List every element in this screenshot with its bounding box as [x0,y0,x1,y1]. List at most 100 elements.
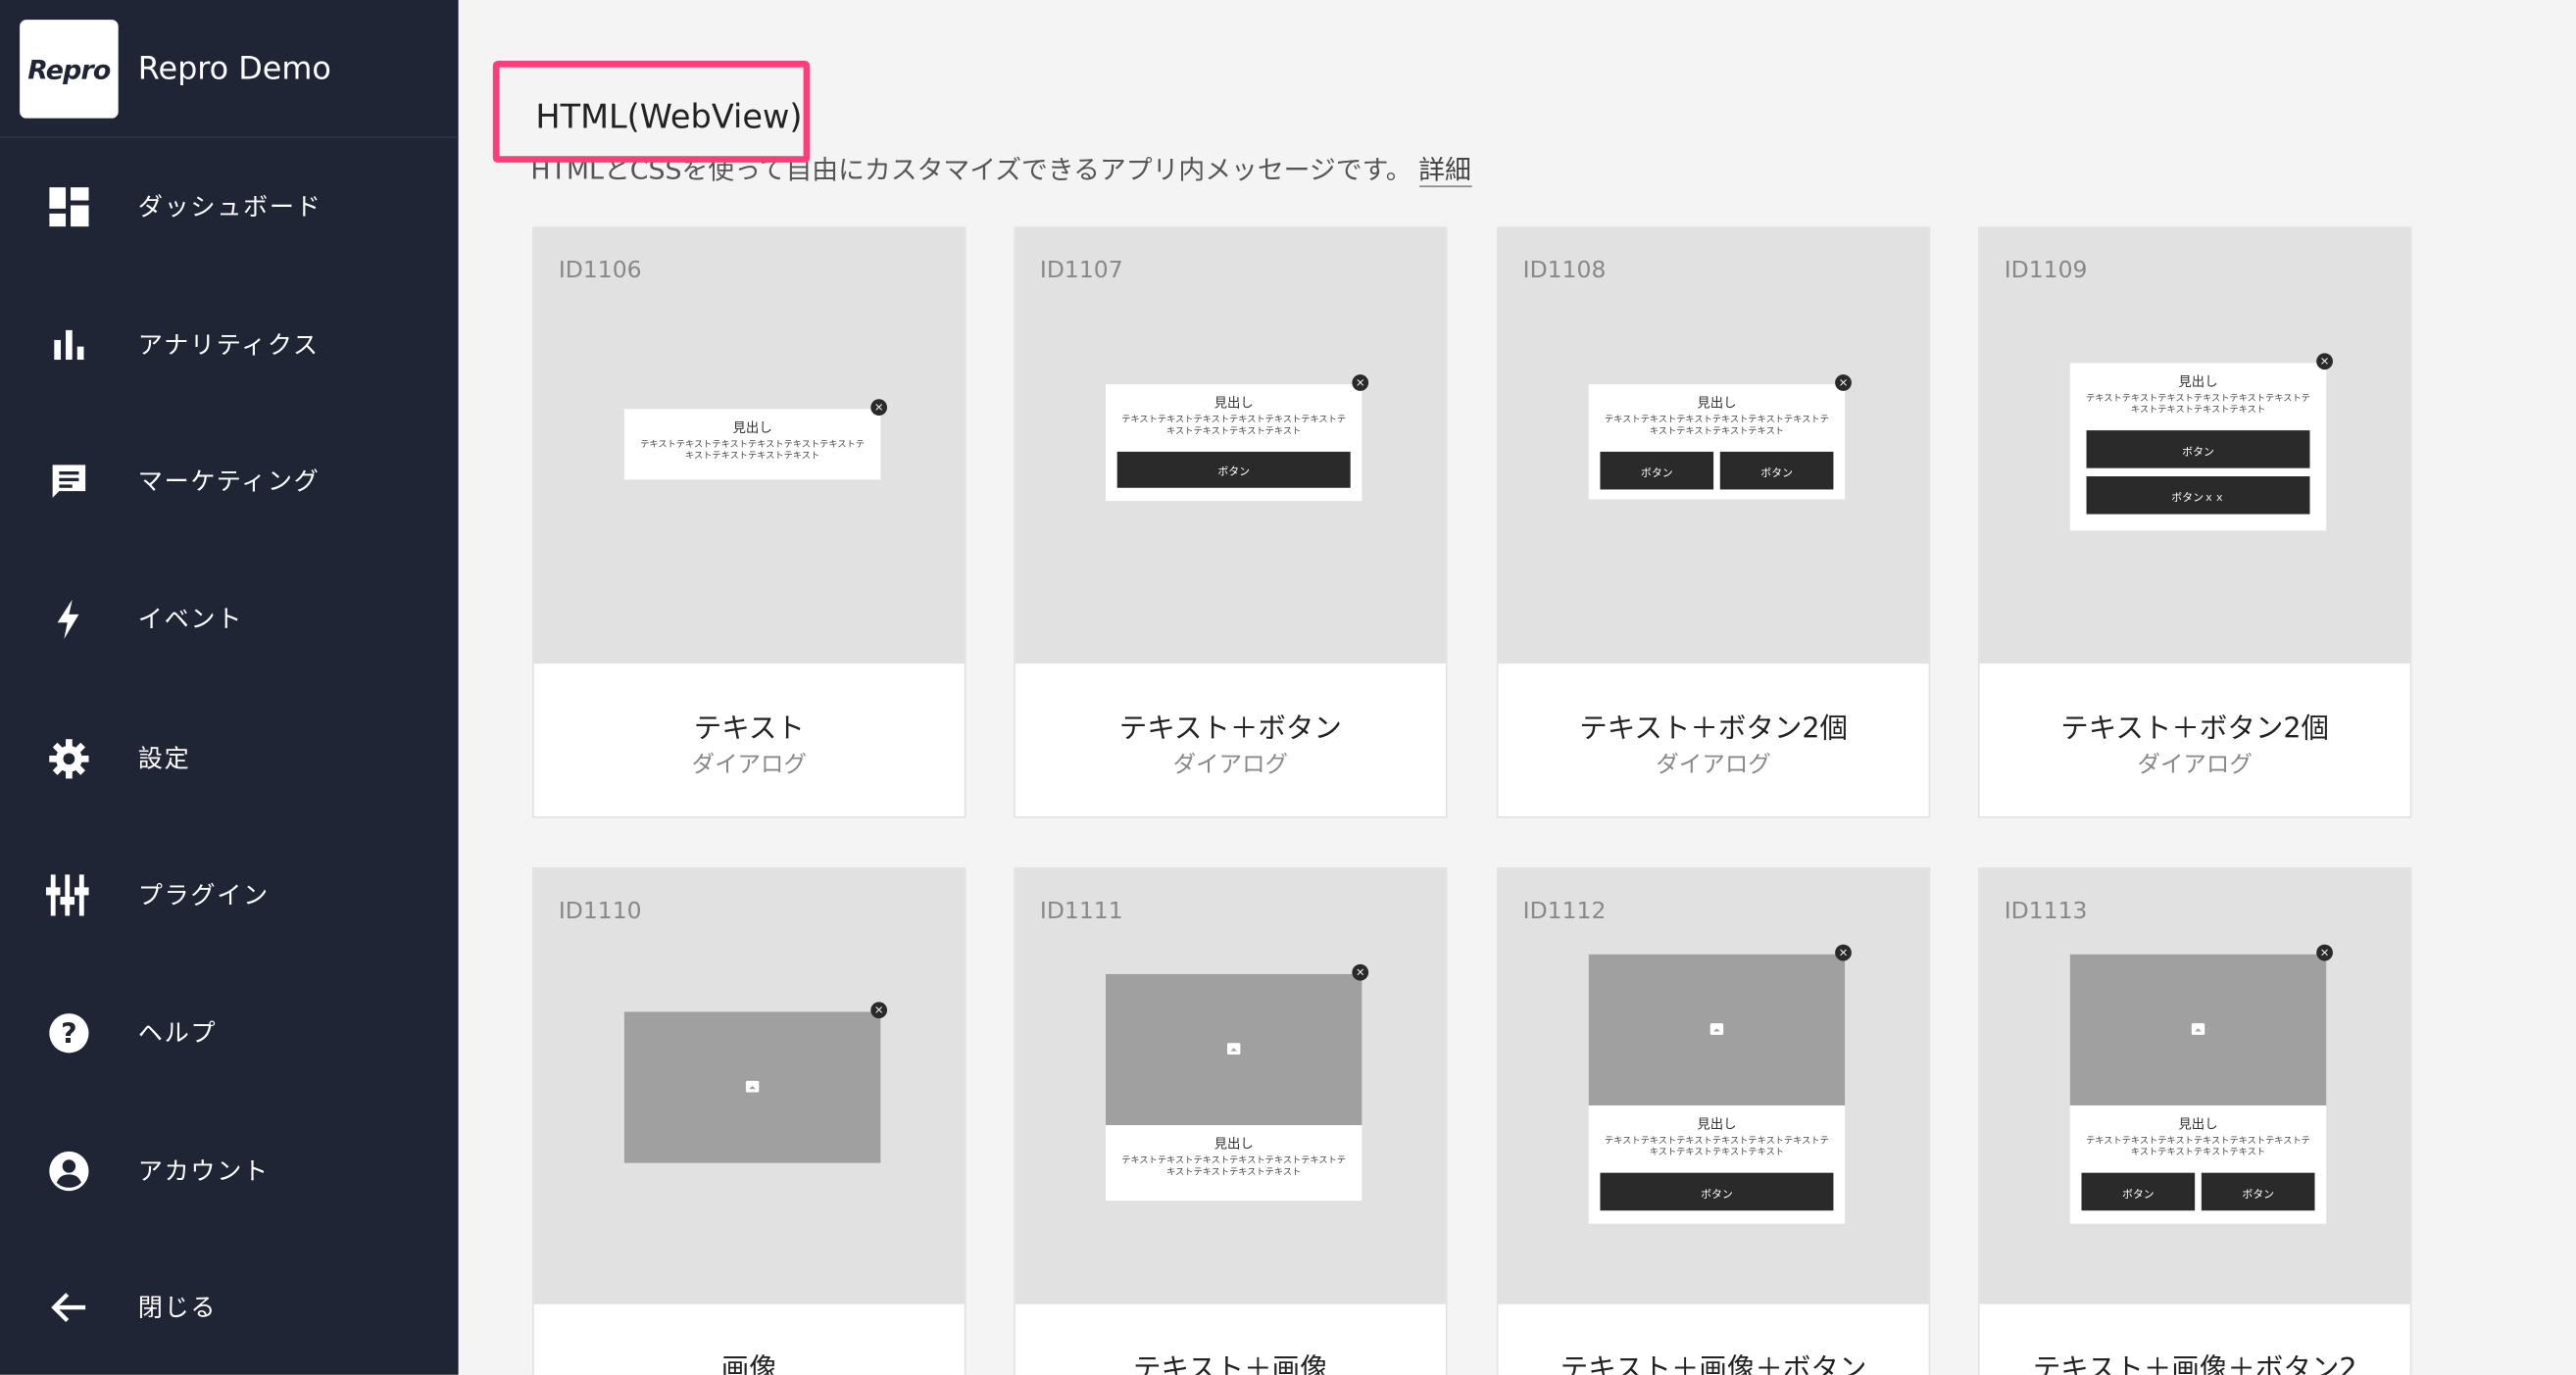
preview-heading: 見出し [1214,1136,1254,1152]
gear-icon [46,736,90,780]
card-preview: ID1108 見出し テキストテキストテキストテキストテキストテキストテキストテ… [1498,227,1929,664]
svg-text:?: ? [60,1016,76,1049]
card-id: ID1113 [2004,898,2088,925]
message-icon [46,459,90,503]
preview-image [2069,954,2327,1105]
brand[interactable]: Repro Repro Demo [20,20,331,119]
dashboard-icon [46,184,90,228]
sidebar-item-dashboard[interactable]: ダッシュボード [0,170,459,242]
card-id: ID1109 [2004,258,2088,284]
bar-chart-icon [46,321,90,366]
arrow-left-icon [46,1285,90,1329]
template-card-1113[interactable]: ID1113 見出し テキストテキストテキストテキストテキストテキストテキストテ… [1977,866,2412,1375]
preview-heading: 見出し [2178,1116,2218,1132]
card-title: テキスト＋画像＋ボタン [1560,1353,1867,1375]
close-icon: × [2316,944,2333,961]
sidebar-item-account[interactable]: アカウント [0,1133,459,1205]
card-title: テキスト＋ボタン2個 [2060,712,2330,746]
template-card-1107[interactable]: ID1107 見出し テキストテキストテキストテキストテキストテキストテキストテ… [1014,226,1448,818]
card-id: ID1107 [1039,258,1123,284]
app-root: Repro Repro Demo ダッシュボード アナリティクス マーケティング [0,0,2576,1375]
card-preview: ID1112 見出し テキストテキストテキストテキストテキストテキストテキストテ… [1498,868,1929,1304]
preview-dialog: 見出し テキストテキストテキストテキストテキストテキストテキストテキストテキスト… [2069,944,2333,1224]
preview-heading: 見出し [1697,395,1737,412]
card-preview: ID1113 見出し テキストテキストテキストテキストテキストテキストテキストテ… [1979,868,2410,1304]
sidebar-item-analytics[interactable]: アナリティクス [0,307,459,379]
card-title: テキスト＋画像＋ボタン2 [2032,1353,2357,1375]
preview-dialog: 見出し テキストテキストテキストテキストテキストテキストテキストテキストテキスト… [1588,374,1852,500]
lightning-icon [46,596,90,640]
preview-button-2: ボタン [2201,1172,2315,1211]
main-content: HTML(WebView) HTMLとCSSを使って自由にカスタマイズできるアプ… [459,0,2576,1375]
image-icon [2191,1023,2205,1035]
sidebar-item-label: アカウント [137,1155,270,1186]
title-highlight-box: HTML(WebView) [492,61,811,163]
close-icon: × [2316,353,2333,370]
preview-dialog: 見出し テキストテキストテキストテキストテキストテキストテキストテキストテキスト… [2069,353,2333,531]
template-card-1108[interactable]: ID1108 見出し テキストテキストテキストテキストテキストテキストテキストテ… [1496,226,1931,818]
preview-dialog: 見出し テキストテキストテキストテキストテキストテキストテキストテキストテキスト… [623,399,888,480]
preview-button: ボタン [1600,1172,1834,1211]
card-preview: ID1107 見出し テキストテキストテキストテキストテキストテキストテキストテ… [1015,227,1446,664]
detail-link[interactable]: 詳細 [1418,154,1471,188]
card-preview: ID1106 見出し テキストテキストテキストテキストテキストテキストテキストテ… [533,227,965,664]
card-id: ID1110 [558,898,642,925]
preview-heading: 見出し [732,420,772,436]
preview-body: テキストテキストテキストテキストテキストテキストテキストテキストテキストテキスト [640,440,866,462]
preview-body: テキストテキストテキストテキストテキストテキストテキストテキストテキストテキスト [1121,1155,1347,1177]
help-icon: ? [46,1010,90,1055]
sidebar-item-close[interactable]: 閉じる [0,1270,459,1343]
template-card-1111[interactable]: ID1111 見出し テキストテキストテキストテキストテキストテキストテキストテ… [1014,866,1448,1375]
sidebar-item-label: ヘルプ [137,1017,218,1048]
card-subtitle: ダイアログ [1656,752,1771,779]
card-preview: ID1109 見出し テキストテキストテキストテキストテキストテキストテキストテ… [1979,227,2410,664]
preview-body: テキストテキストテキストテキストテキストテキストテキストテキストテキストテキスト [2086,394,2310,416]
card-title: テキスト [693,712,805,746]
sidebar-item-marketing[interactable]: マーケティング [0,444,459,516]
sidebar-item-plugin[interactable]: プラグイン [0,858,459,930]
preview-body: テキストテキストテキストテキストテキストテキストテキストテキストテキストテキスト [1605,416,1829,436]
page-title: HTML(WebView) [535,96,803,137]
sidebar-item-label: 閉じる [137,1292,218,1322]
account-icon [46,1149,90,1193]
preview-button: ボタン [1116,451,1351,488]
sidebar-item-label: ダッシュボード [137,191,322,221]
preview-body: テキストテキストテキストテキストテキストテキストテキストテキストテキストテキスト [2086,1136,2310,1157]
preview-body: テキストテキストテキストテキストテキストテキストテキストテキストテキストテキスト [1605,1136,1829,1157]
image-icon [1226,1043,1241,1056]
preview-button-xx: ボタンｘｘ [2086,476,2310,515]
preview-button-1: ボタン [2081,1172,2196,1211]
preview-dialog: 見出し テキストテキストテキストテキストテキストテキストテキストテキストテキスト… [1105,963,1369,1202]
card-id: ID1108 [1522,258,1607,284]
preview-body: テキストテキストテキストテキストテキストテキストテキストテキストテキストテキスト [1121,416,1347,436]
repro-logo: Repro [20,20,119,119]
card-subtitle: ダイアログ [691,752,807,779]
preview-dialog: 見出し テキストテキストテキストテキストテキストテキストテキストテキストテキスト… [1105,374,1369,502]
card-title: テキスト＋ボタン [1118,712,1342,746]
template-card-1109[interactable]: ID1109 見出し テキストテキストテキストテキストテキストテキストテキストテ… [1977,226,2412,818]
preview-image [1588,954,1846,1105]
app-name: Repro Demo [137,50,331,87]
sidebar-item-label: イベント [137,603,244,634]
template-card-1110[interactable]: ID1110 × 画像 [532,866,966,1375]
preview-image [1105,973,1362,1126]
card-preview: ID1110 × [533,868,965,1304]
close-icon: × [870,1002,888,1019]
card-title: テキスト＋ボタン2個 [1579,712,1848,746]
close-icon: × [1352,374,1369,391]
preview-heading: 見出し [1697,1116,1737,1132]
image-icon [745,1080,760,1093]
sidebar-item-label: アナリティクス [137,329,320,360]
sidebar-item-event[interactable]: イベント [0,581,459,654]
close-icon: × [1352,963,1369,981]
sidebar-item-label: 設定 [137,743,191,773]
preview-image: × [623,1002,888,1163]
template-card-1112[interactable]: ID1112 見出し テキストテキストテキストテキストテキストテキストテキストテ… [1496,866,1931,1375]
template-card-1106[interactable]: ID1106 見出し テキストテキストテキストテキストテキストテキストテキストテ… [532,226,966,818]
preview-heading: 見出し [1214,395,1254,412]
sidebar-item-settings[interactable]: 設定 [0,721,459,794]
sidebar-item-help[interactable]: ? ヘルプ [0,996,459,1068]
card-id: ID1111 [1039,898,1123,925]
close-icon: × [870,399,888,417]
sidebar-item-label: プラグイン [137,879,270,909]
